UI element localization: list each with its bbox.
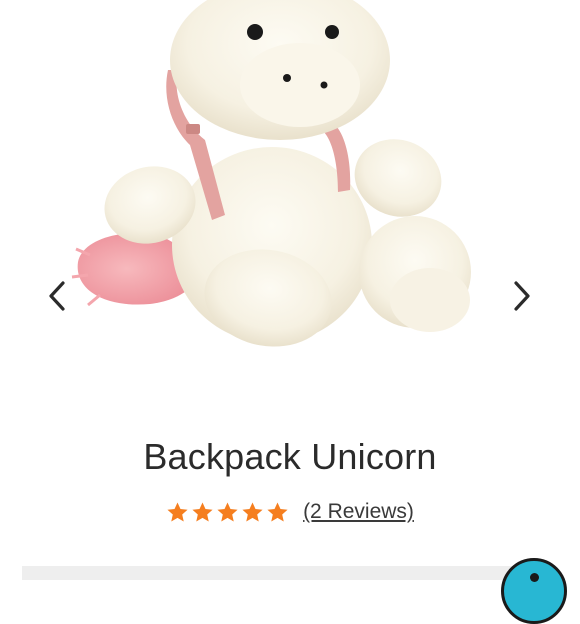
- reviews-link[interactable]: (2 Reviews): [303, 500, 414, 524]
- product-title: Backpack Unicorn: [143, 436, 437, 477]
- rating-stars: [166, 501, 289, 524]
- unicorn-plush-illustration: [71, 0, 471, 347]
- chat-icon: [530, 573, 539, 582]
- star-icon: [167, 501, 188, 522]
- product-rating: (2 Reviews): [0, 500, 580, 524]
- star-icon: [267, 501, 288, 522]
- star-icon: [217, 501, 238, 522]
- carousel-next-button[interactable]: [500, 272, 544, 320]
- bottom-bar: [22, 566, 542, 580]
- chevron-left-icon: [49, 281, 65, 311]
- carousel-prev-button[interactable]: [35, 272, 79, 320]
- chat-widget-button[interactable]: [501, 558, 567, 624]
- star-icon: [192, 501, 213, 522]
- star-icon: [242, 501, 263, 522]
- product-image: [0, 0, 580, 420]
- chevron-right-icon: [514, 281, 530, 311]
